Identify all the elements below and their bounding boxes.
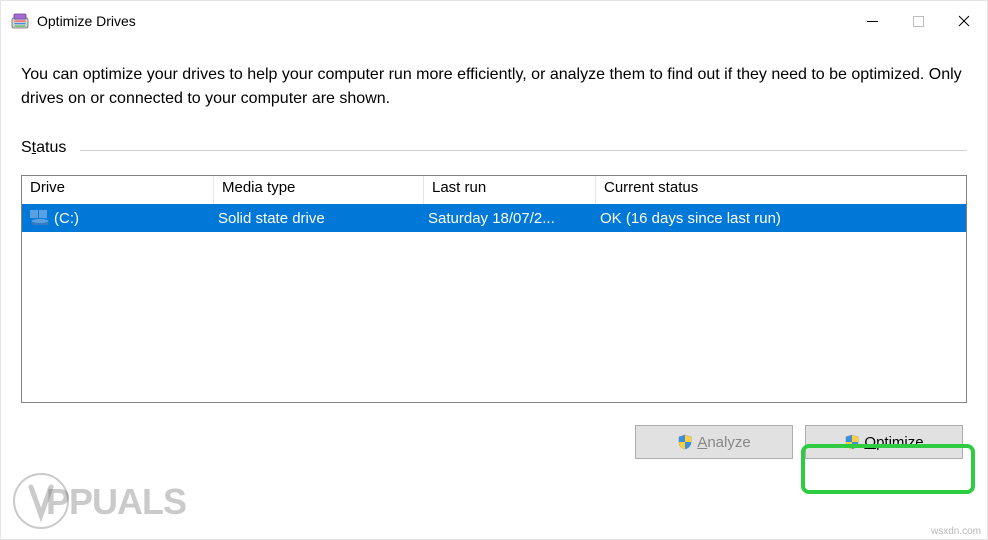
shield-icon — [677, 434, 693, 450]
action-buttons: Analyze Optimize — [21, 425, 967, 459]
current-status: OK (16 days since last run) — [596, 210, 966, 227]
watermark: PPUALS — [1, 449, 211, 539]
table-row[interactable]: (C:) Solid state drive Saturday 18/07/2.… — [22, 204, 966, 232]
titlebar: Optimize Drives — [1, 1, 987, 41]
col-header-drive[interactable]: Drive — [22, 176, 214, 204]
last-run: Saturday 18/07/2... — [424, 210, 596, 227]
drives-list[interactable]: Drive Media type Last run Current status… — [21, 175, 967, 403]
source-tag: wsxdn.com — [931, 526, 981, 537]
media-type: Solid state drive — [214, 210, 424, 227]
drive-name: (C:) — [54, 210, 79, 227]
list-header: Drive Media type Last run Current status — [22, 176, 966, 204]
description-text: You can optimize your drives to help you… — [21, 63, 967, 111]
shield-icon — [844, 434, 860, 450]
col-header-media[interactable]: Media type — [214, 176, 424, 204]
close-button[interactable] — [941, 1, 987, 41]
col-header-status[interactable]: Current status — [596, 176, 966, 204]
analyze-button: Analyze — [635, 425, 793, 459]
section-divider — [80, 150, 967, 151]
drive-icon — [30, 210, 50, 226]
app-icon — [11, 12, 29, 30]
maximize-button — [895, 1, 941, 41]
status-label: Status — [21, 139, 66, 157]
window-controls — [849, 1, 987, 41]
col-header-last[interactable]: Last run — [424, 176, 596, 204]
window-title: Optimize Drives — [37, 13, 136, 29]
minimize-button[interactable] — [849, 1, 895, 41]
optimize-button[interactable]: Optimize — [805, 425, 963, 459]
status-section-header: Status — [21, 139, 967, 157]
